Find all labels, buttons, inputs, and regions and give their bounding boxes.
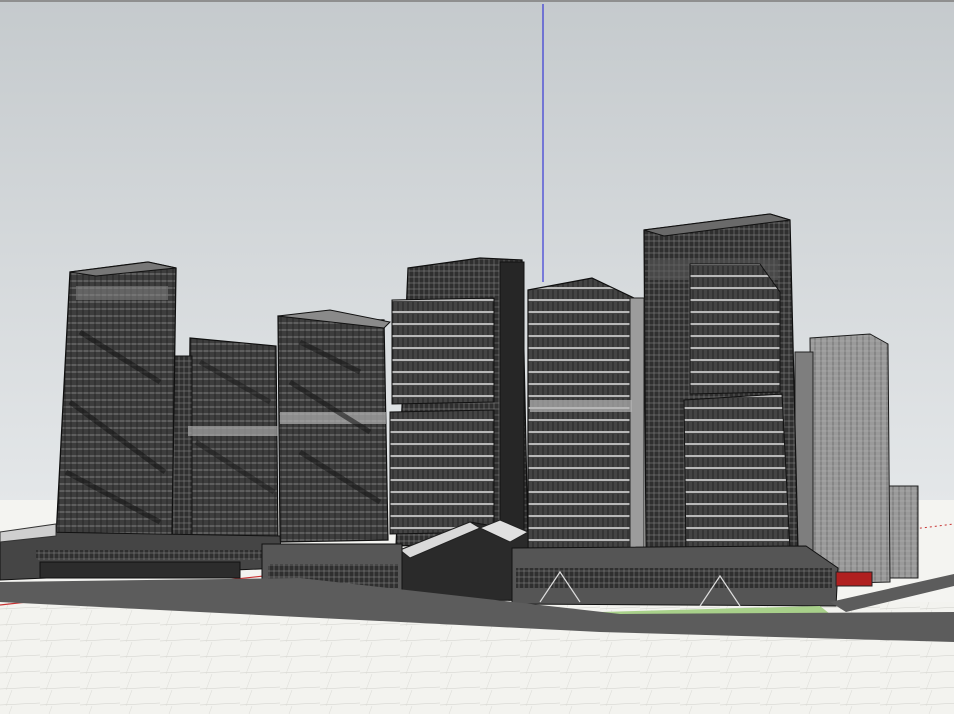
tower-3[interactable] <box>277 309 392 543</box>
3d-model-viewport[interactable] <box>0 0 954 714</box>
tower-6[interactable] <box>643 213 799 555</box>
tower-1[interactable] <box>55 261 177 539</box>
tower-5[interactable] <box>527 277 645 551</box>
podium-right[interactable] <box>511 545 873 607</box>
tower-2[interactable] <box>167 337 279 543</box>
city-block-model[interactable] <box>0 2 954 714</box>
tower-4[interactable] <box>389 257 529 547</box>
